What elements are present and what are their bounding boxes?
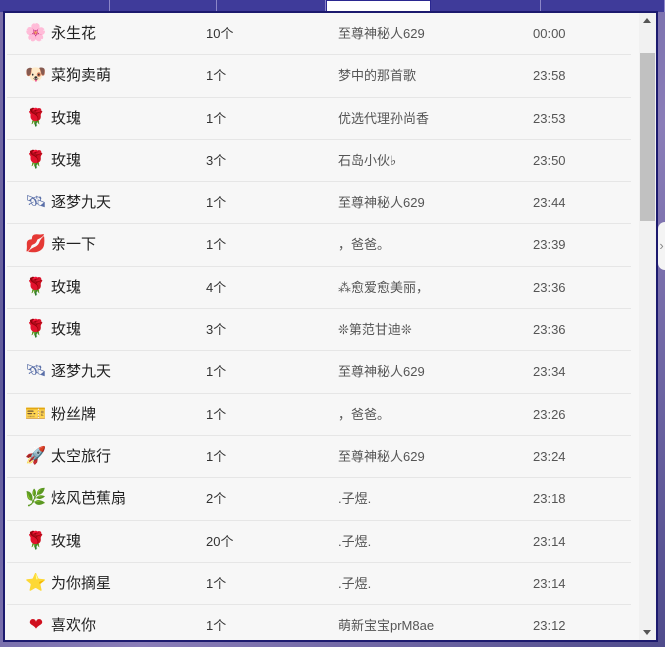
gift-time: 23:14	[533, 533, 566, 549]
gift-time: 00:00	[533, 26, 566, 41]
gift-name: 玫瑰	[51, 278, 82, 296]
gift-row: 🌹 玫瑰 4个 ⁂愈爱愈美丽， 23:36	[7, 267, 631, 310]
gift-time: 23:18	[533, 491, 566, 507]
sender-name: .子煜.	[338, 575, 372, 591]
rose-icon: 🌹	[25, 530, 47, 550]
gift-records-panel: 🌸 永生花 10个 至尊神秘人629 00:00 🐶 菜狗卖萌 1个 梦中的那首歌 23:58 🌹 玫…	[3, 11, 658, 642]
sender-name: 至尊神秘人629	[338, 364, 425, 380]
gift-name: 亲一下	[51, 236, 97, 254]
sender-name: ⁂愈爱愈美丽，	[338, 279, 430, 295]
gift-name: 玫瑰	[51, 532, 82, 550]
vertical-scrollbar[interactable]	[639, 13, 656, 640]
gift-count: 1个	[206, 575, 227, 591]
gift-row: ❤ 喜欢你 1个 萌新宝宝prM8ae 23:12	[7, 605, 631, 640]
gift-name: 玫瑰	[51, 321, 82, 339]
gift-name: 太空旅行	[51, 447, 112, 465]
gift-count: 1个	[206, 68, 227, 84]
gift-row: 🌸 永生花 10个 至尊神秘人629 00:00	[7, 13, 631, 56]
gift-time: 23:24	[533, 448, 566, 464]
gift-row: 🌿 炫风芭蕉扇 2个 .子煜. 23:18	[7, 478, 631, 521]
gift-row: 🌹 玫瑰 3个 ❊第范甘迪❊ 23:36	[7, 309, 631, 352]
gift-time: 23:58	[533, 68, 566, 84]
sender-name: 至尊神秘人629	[338, 448, 425, 464]
gift-row: 🌹 玫瑰 1个 优选代理孙尚香 23:53	[7, 98, 631, 140]
gift-row: 💋 亲一下 1个 ，爸爸。 23:39	[7, 224, 631, 267]
rose-icon: 🌹	[25, 319, 47, 339]
gift-row: 🌹 玫瑰 20个 .子煜. 23:14	[7, 521, 631, 563]
gift-count: 1个	[206, 110, 227, 126]
gift-count: 1个	[206, 618, 227, 634]
gift-name: 逐梦九天	[51, 363, 112, 381]
gift-count: 1个	[206, 364, 227, 380]
heart-icon: ❤	[28, 615, 44, 635]
sender-name: ❊第范甘迪❊	[338, 322, 412, 338]
gift-name: 炫风芭蕉扇	[51, 490, 127, 508]
gift-time: 23:36	[533, 322, 566, 338]
gift-name: 逐梦九天	[51, 194, 112, 212]
gift-row: ⭐ 为你摘星 1个 .子煜. 23:14	[7, 563, 631, 606]
gift-count: 1个	[206, 406, 227, 422]
gift-name: 粉丝牌	[51, 405, 97, 423]
gift-row: 🛰 逐梦九天 1个 至尊神秘人629 23:34	[7, 351, 631, 394]
gift-time: 23:34	[533, 364, 566, 380]
gift-name: 永生花	[51, 25, 97, 42]
gift-row: 🌹 玫瑰 3个 石岛小伙♭ 23:50	[7, 140, 631, 183]
gift-time: 23:14	[533, 575, 566, 591]
gift-row: 🛰 逐梦九天 1个 至尊神秘人629 23:44	[7, 182, 631, 225]
sender-name: 至尊神秘人629	[338, 195, 425, 211]
gift-list: 🌸 永生花 10个 至尊神秘人629 00:00 🐶 菜狗卖萌 1个 梦中的那首歌 23:58 🌹 玫…	[5, 13, 641, 640]
gift-count: 3个	[206, 152, 227, 168]
scroll-down-arrow-icon[interactable]	[643, 630, 651, 635]
gift-time: 23:53	[533, 110, 566, 126]
gift-time: 23:26	[533, 406, 566, 422]
gift-name: 玫瑰	[51, 151, 82, 169]
gift-count: 1个	[206, 237, 227, 253]
satellite-icon: 🛰	[25, 361, 47, 381]
gift-row: 🚀 太空旅行 1个 至尊神秘人629 23:24	[7, 436, 631, 479]
sender-name: ，爸爸。	[338, 406, 391, 422]
gift-time: 23:44	[533, 195, 566, 211]
banana-fan-icon: 🌿	[25, 488, 47, 508]
sender-name: 石岛小伙♭	[338, 152, 397, 168]
gift-name: 玫瑰	[51, 109, 82, 127]
fan-badge-icon: 🎫	[25, 403, 47, 423]
gift-count: 20个	[206, 533, 234, 549]
sender-name: .子煜.	[338, 533, 372, 549]
gift-time: 23:12	[533, 618, 566, 634]
gift-count: 4个	[206, 279, 227, 295]
rose-icon: 🌹	[25, 107, 47, 127]
scroll-up-arrow-icon[interactable]	[643, 18, 651, 23]
gift-time: 23:36	[533, 279, 566, 295]
sender-name: .子煜.	[338, 491, 372, 507]
gift-name: 菜狗卖萌	[51, 67, 112, 85]
flower-icon: 🌸	[25, 23, 47, 42]
gift-count: 2个	[206, 491, 227, 507]
gift-time: 23:50	[533, 152, 566, 168]
gift-name: 喜欢你	[51, 617, 97, 635]
rose-icon: 🌹	[25, 276, 47, 296]
rose-icon: 🌹	[25, 149, 47, 169]
space-travel-icon: 🚀	[25, 445, 47, 465]
chevron-right-icon: ›	[659, 238, 664, 253]
dog-icon: 🐶	[25, 65, 47, 85]
gift-name: 为你摘星	[51, 574, 112, 592]
gift-row: 🎫 粉丝牌 1个 ，爸爸。 23:26	[7, 394, 631, 436]
sender-name: ，爸爸。	[338, 237, 391, 253]
gift-time: 23:39	[533, 237, 566, 253]
gift-row: 🐶 菜狗卖萌 1个 梦中的那首歌 23:58	[7, 55, 631, 98]
gift-count: 10个	[206, 26, 234, 41]
sender-name: 优选代理孙尚香	[338, 110, 430, 126]
scroll-thumb[interactable]	[640, 53, 655, 221]
satellite-icon: 🛰	[25, 192, 47, 212]
star-icon: ⭐	[25, 572, 47, 592]
gift-count: 1个	[206, 448, 227, 464]
sender-name: 萌新宝宝prM8ae	[338, 618, 435, 634]
gift-count: 3个	[206, 322, 227, 338]
gift-count: 1个	[206, 195, 227, 211]
sender-name: 梦中的那首歌	[338, 68, 417, 84]
lips-icon: 💋	[25, 234, 47, 254]
side-expand-handle[interactable]: ›	[658, 222, 665, 270]
sender-name: 至尊神秘人629	[338, 26, 425, 41]
